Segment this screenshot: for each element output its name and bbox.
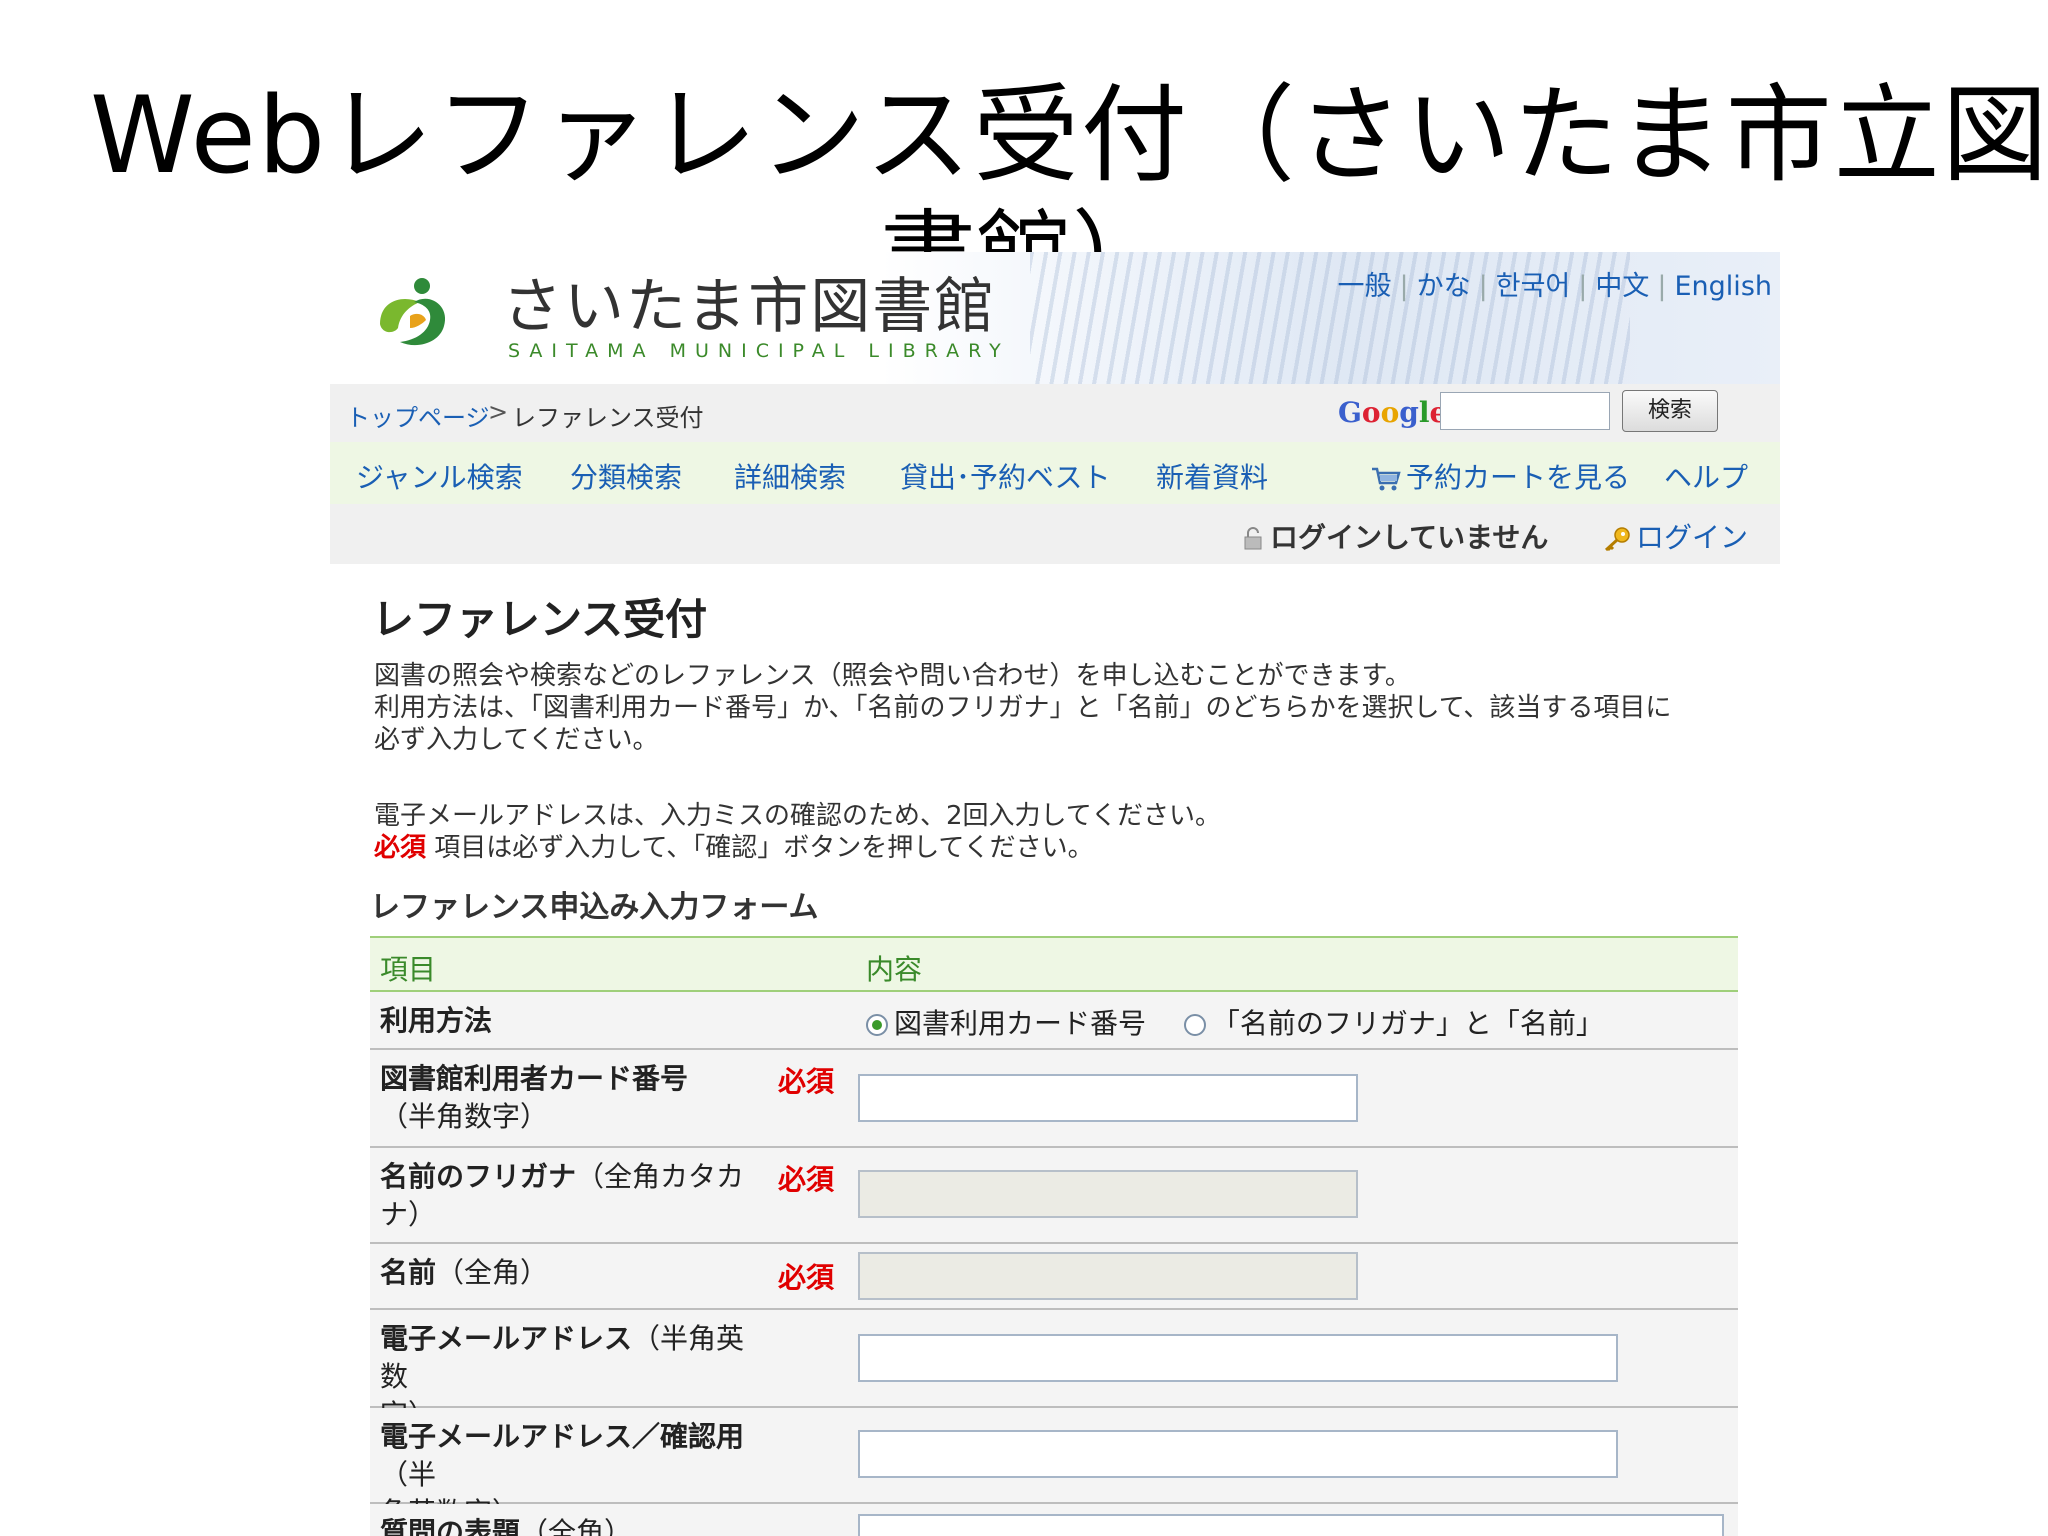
cart-icon (1372, 467, 1401, 491)
nav-best-lending[interactable]: 貸出･予約ベスト (900, 456, 1111, 496)
slide-title-web: Web (90, 74, 328, 197)
form-row-email-confirm: 電子メールアドレス／確認用（半角英数字） (370, 1408, 1738, 1529)
library-name-en: SAITAMA MUNICIPAL LIBRARY (508, 340, 1010, 362)
lang-separator: | (1478, 271, 1488, 302)
lang-chinese[interactable]: 中文 (1595, 271, 1649, 302)
lang-kana[interactable]: かな (1417, 271, 1471, 302)
lang-korean[interactable]: 한국어 (1496, 271, 1571, 302)
intro-line: 必須 項目は必ず入力して、「確認」ボタンを押してください。 (374, 833, 1094, 863)
required-marker: 必須 (778, 1065, 835, 1098)
lock-icon (1244, 527, 1262, 550)
site-header: さいたま市図書館 SAITAMA MUNICIPAL LIBRARY 一般 | かな… (330, 252, 1780, 384)
email-confirm-input[interactable] (858, 1430, 1618, 1478)
lang-separator: | (1657, 271, 1667, 302)
lang-general[interactable]: 一般 (1338, 271, 1392, 302)
nav-new-arrivals[interactable]: 新着資料 (1156, 456, 1268, 496)
lang-english[interactable]: English (1675, 271, 1773, 302)
method-label: 利用方法 (380, 1004, 493, 1037)
form-row-kana: 名前のフリガナ（全角カタカ ナ） 必須 (370, 1148, 1738, 1244)
col-content: 内容 (866, 953, 923, 986)
search-button[interactable]: 検索 (1622, 390, 1718, 432)
intro-line: 利用方法は、「図書利用カード番号」か、「名前のフリガナ」と「名前」のどちらかを選… (374, 693, 1672, 723)
language-links: 一般 | かな | 한국어 | 中文 | English (1338, 264, 1772, 303)
reference-form: 項目 内容 利用方法 図書利用カード番号 「名前のフリガナ」と「名前」 図書館利… (370, 936, 1738, 1536)
radio-name-kana[interactable] (1183, 1014, 1206, 1036)
login-status: ログインしていません (1242, 516, 1548, 556)
name-kana-input[interactable] (858, 1170, 1358, 1218)
radio-card-number[interactable] (866, 1014, 888, 1036)
library-name: さいたま市図書館 (502, 272, 997, 342)
library-logo-icon[interactable] (370, 272, 460, 362)
breadcrumb: トップページ > レファレンス受付 Google 検索 (330, 384, 1780, 443)
page-title: レファレンス受付 (372, 595, 708, 644)
key-icon (1604, 527, 1630, 552)
lang-separator: | (1578, 271, 1588, 302)
form-row-method: 利用方法 図書利用カード番号 「名前のフリガナ」と「名前」 (370, 992, 1738, 1050)
slide-title: Webレファレンス受付（さいたま市立図 (90, 78, 2048, 194)
form-row-card: 図書館利用者カード番号 （半角数字） 必須 (370, 1050, 1738, 1148)
nav-help[interactable]: ヘルプ (1664, 456, 1748, 496)
google-search-input[interactable] (1440, 392, 1610, 430)
screenshot: さいたま市図書館 SAITAMA MUNICIPAL LIBRARY 一般 | かな… (330, 252, 1780, 1536)
login-link-label: ログイン (1636, 521, 1749, 554)
intro-line: 必ず入力してください。 (374, 725, 659, 755)
login-bar: ログインしていません ログイン (330, 504, 1780, 564)
breadcrumb-current: レファレンス受付 (512, 404, 704, 432)
required-marker: 必須 (778, 1261, 835, 1294)
method-radio-group: 図書利用カード番号 「名前のフリガナ」と「名前」 (866, 1002, 1604, 1042)
name-input[interactable] (858, 1252, 1358, 1300)
form-row-subject: 質問の表題（全角） (370, 1504, 1738, 1536)
col-item: 項目 (380, 953, 437, 986)
lang-separator: | (1399, 271, 1409, 302)
radio-name-kana-label[interactable]: 「名前のフリガナ」と「名前」 (1212, 1007, 1604, 1040)
form-row-name: 名前（全角） 必須 (370, 1244, 1738, 1310)
intro-line: 電子メールアドレスは、入力ミスの確認のため、2回入力してください。 (374, 801, 1221, 831)
slide-title-japanese: レファレンス受付（さいたま市立図 (327, 74, 2048, 197)
nav-cart-label: 予約カートを見る (1406, 461, 1631, 494)
kana-label: 名前のフリガナ（全角カタカ ナ） (380, 1160, 745, 1231)
intro-text: 図書の照会や検索などのレファレンス（照会や問い合わせ）を申し込むことができます。… (374, 660, 1734, 864)
breadcrumb-separator: > (488, 398, 509, 426)
email-input[interactable] (858, 1334, 1618, 1382)
card-label: 図書館利用者カード番号 （半角数字） (380, 1062, 689, 1133)
card-number-input[interactable] (858, 1074, 1358, 1122)
form-title: レファレンス申込み入力フォーム (370, 890, 819, 925)
nav-category-search[interactable]: 分類検索 (570, 456, 682, 496)
name-label: 名前（全角） (380, 1256, 549, 1289)
google-logo: Google (1338, 396, 1448, 429)
breadcrumb-home-link[interactable]: トップページ (346, 398, 490, 433)
form-header-row: 項目 内容 (370, 936, 1738, 992)
subject-label: 質問の表題（全角） (380, 1516, 633, 1536)
subject-input[interactable] (858, 1514, 1724, 1536)
required-marker: 必須 (374, 833, 427, 863)
main-nav: ジャンル検索 分類検索 詳細検索 貸出･予約ベスト 新着資料 予約カートを見る … (330, 442, 1780, 505)
intro-line: 図書の照会や検索などのレファレンス（照会や問い合わせ）を申し込むことができます。 (374, 661, 1411, 691)
nav-advanced-search[interactable]: 詳細検索 (734, 456, 846, 496)
slide-title-line2: 書館） (880, 206, 1168, 254)
required-marker: 必須 (778, 1163, 835, 1196)
nav-cart-link[interactable]: 予約カートを見る (1370, 456, 1630, 496)
nav-genre-search[interactable]: ジャンル検索 (356, 456, 523, 496)
form-row-email: 電子メールアドレス（半角英数字） (370, 1310, 1738, 1431)
radio-card-number-label[interactable]: 図書利用カード番号 (894, 1007, 1146, 1040)
login-link[interactable]: ログイン (1602, 516, 1748, 556)
